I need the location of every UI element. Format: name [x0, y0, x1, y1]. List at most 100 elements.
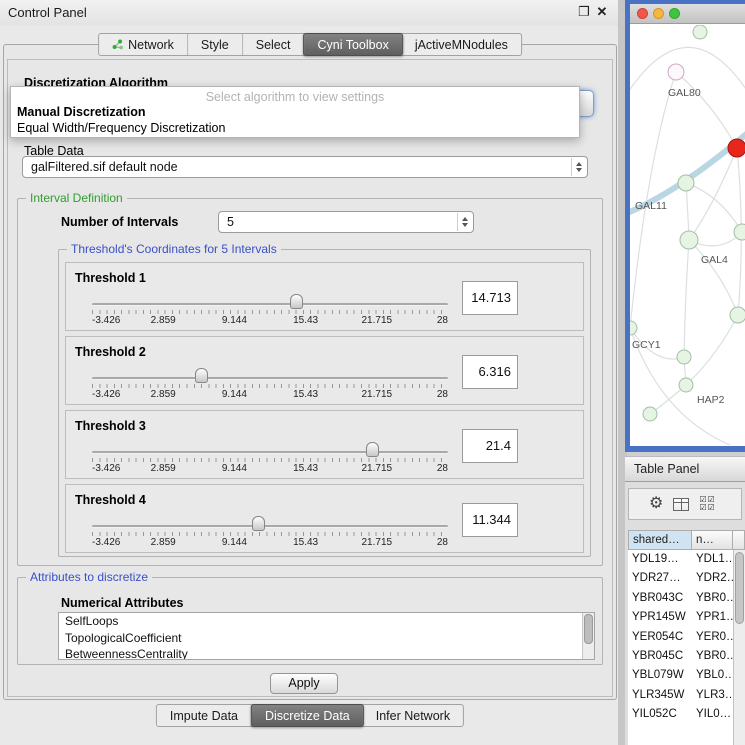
- close-traffic-light[interactable]: [637, 8, 648, 19]
- threshold-label: Threshold 1: [75, 271, 146, 285]
- attribute-list-item[interactable]: SelfLoops: [59, 613, 594, 630]
- cell-shared-name: YBL079W: [628, 666, 692, 685]
- tab-impute-data[interactable]: Impute Data: [157, 705, 252, 726]
- table-scrollbar-thumb[interactable]: [735, 552, 744, 624]
- cell-shared-name: YDL19…: [628, 550, 692, 569]
- network-node[interactable]: [643, 407, 657, 421]
- table-row[interactable]: YER054CYER0…: [628, 628, 733, 647]
- cell-shared-name: YER054C: [628, 628, 692, 647]
- threshold-value-field[interactable]: 11.344: [462, 503, 518, 537]
- network-node[interactable]: [678, 175, 694, 191]
- table-row[interactable]: YDL19…YDL1…: [628, 550, 733, 569]
- zoom-traffic-light[interactable]: [669, 8, 680, 19]
- threshold-slider[interactable]: -3.4262.8599.14415.4321.71528: [92, 367, 448, 401]
- cell-name: YDR2…: [692, 569, 733, 588]
- thresholds-group: Threshold's Coordinates for 5 Intervals …: [58, 249, 591, 557]
- tab-jactivemnodules[interactable]: jActiveMNodules: [402, 34, 521, 55]
- column-checkbox-icons[interactable]: ☑☑☑☑: [699, 496, 715, 512]
- column-header-shared-name[interactable]: shared…: [628, 530, 692, 550]
- table-row[interactable]: YBR045CYBR0…: [628, 647, 733, 666]
- axis-tick-label: -3.426: [92, 537, 120, 548]
- slider-ticks: [92, 458, 448, 462]
- axis-tick-label: 21.715: [362, 389, 393, 400]
- network-node[interactable]: [680, 231, 698, 249]
- attribute-list-item[interactable]: TopologicalCoefficient: [59, 630, 594, 647]
- axis-tick-label: 2.859: [151, 463, 176, 474]
- dropdown-option-manual-discretization[interactable]: Manual Discretization: [11, 104, 579, 120]
- network-node[interactable]: [668, 64, 684, 80]
- network-view-window: GAL80GAL11GAL4GCY1HAP2: [625, 0, 745, 452]
- dropdown-option-equal-width-frequency[interactable]: Equal Width/Frequency Discretization: [11, 120, 579, 136]
- number-of-intervals-label: Number of Intervals: [61, 215, 178, 229]
- threshold-value-field[interactable]: 6.316: [462, 355, 518, 389]
- slider-axis: -3.4262.8599.14415.4321.71528: [92, 463, 448, 475]
- axis-tick-label: 21.715: [362, 315, 393, 326]
- network-node-label: GAL4: [701, 254, 728, 266]
- network-node[interactable]: [677, 350, 691, 364]
- network-node-label: GCY1: [632, 339, 661, 351]
- table-scrollbar[interactable]: [733, 550, 745, 745]
- interval-definition-title: Interval Definition: [26, 191, 127, 205]
- gear-icon[interactable]: ⚙: [649, 496, 663, 512]
- tab-network[interactable]: Network: [99, 34, 188, 55]
- table-row[interactable]: YPR145WYPR1…: [628, 608, 733, 627]
- network-node[interactable]: [630, 321, 637, 335]
- tab-cyni-toolbox[interactable]: Cyni Toolbox: [303, 33, 402, 56]
- axis-tick-label: 15.43: [293, 389, 318, 400]
- tab-label: Impute Data: [170, 709, 238, 723]
- table-row[interactable]: YBR043CYBR0…: [628, 589, 733, 608]
- cell-name: YBR0…: [692, 647, 733, 666]
- tab-select[interactable]: Select: [243, 34, 305, 55]
- table-columns-icon[interactable]: [673, 498, 689, 511]
- minimize-traffic-light[interactable]: [653, 8, 664, 19]
- tab-infer-network[interactable]: Infer Network: [363, 705, 463, 726]
- list-scrollbar[interactable]: [582, 613, 594, 659]
- algorithm-dropdown-popup: Select algorithm to view settings Manual…: [10, 86, 580, 138]
- tab-style[interactable]: Style: [188, 34, 243, 55]
- threshold-slider[interactable]: -3.4262.8599.14415.4321.71528: [92, 515, 448, 549]
- threshold-slider[interactable]: -3.4262.8599.14415.4321.71528: [92, 293, 448, 327]
- network-node[interactable]: [679, 378, 693, 392]
- table-panel-header[interactable]: Table Panel: [625, 456, 745, 482]
- number-of-intervals-combobox[interactable]: 5: [218, 211, 474, 233]
- axis-tick-label: 15.43: [293, 537, 318, 548]
- table-row[interactable]: YBL079WYBL0…: [628, 666, 733, 685]
- cell-name: YLR3…: [692, 686, 733, 705]
- slider-thumb[interactable]: [252, 516, 265, 531]
- list-scrollbar-thumb[interactable]: [584, 614, 593, 644]
- panel-frame: Discretization Algorithm Select algorith…: [3, 44, 617, 700]
- table-data-combobox[interactable]: galFiltered.sif default node: [22, 156, 588, 178]
- network-node[interactable]: [730, 307, 745, 323]
- table-row[interactable]: YLR345WYLR3…: [628, 686, 733, 705]
- network-node[interactable]: [693, 25, 707, 39]
- selected-network-node[interactable]: [728, 139, 745, 157]
- float-window-icon[interactable]: ❐: [576, 4, 592, 20]
- threshold-value-field[interactable]: 14.713: [462, 281, 518, 315]
- table-row[interactable]: YDR27…YDR2…: [628, 569, 733, 588]
- network-canvas[interactable]: GAL80GAL11GAL4GCY1HAP2: [630, 25, 745, 446]
- control-panel-title: Control Panel: [8, 5, 87, 20]
- tab-discretize-data[interactable]: Discretize Data: [251, 704, 364, 727]
- table-row[interactable]: YIL052CYIL0…: [628, 705, 733, 724]
- network-node-label: HAP2: [697, 394, 725, 406]
- attribute-list-item[interactable]: BetweennessCentrality: [59, 646, 594, 660]
- column-header-name[interactable]: n…: [692, 530, 733, 550]
- top-tab-bar: NetworkStyleSelectCyni ToolboxjActiveMNo…: [98, 33, 522, 56]
- network-window-titlebar: [630, 4, 745, 24]
- threshold-label: Threshold 2: [75, 345, 146, 359]
- apply-button[interactable]: Apply: [270, 673, 338, 694]
- slider-thumb[interactable]: [290, 294, 303, 309]
- threshold-value-field[interactable]: 21.4: [462, 429, 518, 463]
- axis-tick-label: -3.426: [92, 389, 120, 400]
- network-node[interactable]: [734, 224, 745, 240]
- close-icon[interactable]: ✕: [594, 4, 610, 20]
- threshold-panel-3: Threshold 3-3.4262.8599.14415.4321.71528…: [65, 410, 584, 479]
- threshold-slider[interactable]: -3.4262.8599.14415.4321.71528: [92, 441, 448, 475]
- slider-thumb[interactable]: [195, 368, 208, 383]
- numerical-attributes-list[interactable]: SelfLoopsTopologicalCoefficientBetweenne…: [58, 612, 595, 660]
- tab-label: Discretize Data: [265, 709, 350, 723]
- cell-shared-name: YLR345W: [628, 686, 692, 705]
- cell-name: YPR1…: [692, 608, 733, 627]
- slider-thumb[interactable]: [366, 442, 379, 457]
- cell-shared-name: YIL052C: [628, 705, 692, 724]
